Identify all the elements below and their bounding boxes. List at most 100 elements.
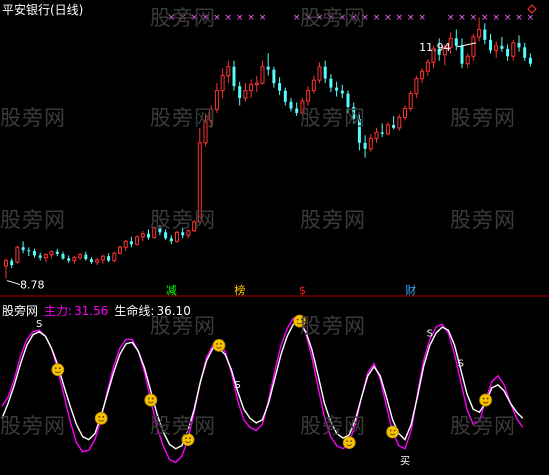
candle-body-down xyxy=(500,45,504,49)
low-arrow xyxy=(6,280,21,286)
buy-marker: 买 xyxy=(400,456,410,468)
candle-body-down xyxy=(295,108,299,113)
candle-body-up xyxy=(175,231,179,242)
sell-marker: S xyxy=(427,328,433,339)
candle-body-down xyxy=(517,42,521,48)
cross-marker: × xyxy=(293,13,301,23)
cross-marker: × xyxy=(202,13,210,23)
chart-title: 平安银行(日线) xyxy=(2,3,84,17)
candle-body-up xyxy=(374,131,379,139)
candle-body-down xyxy=(283,90,287,102)
life-line xyxy=(1,321,524,450)
chart-svg: × × × × × × × × × × × × × × × × × × × × × × × × × × × × ×11.948.78 减榜… xyxy=(0,13,549,468)
smiley-face xyxy=(94,411,108,425)
cross-marker: × xyxy=(384,13,392,23)
smiley-face xyxy=(144,393,158,407)
cross-marker: × xyxy=(236,13,244,23)
candle-body-up xyxy=(203,119,208,144)
low-price-label: 8.78 xyxy=(20,279,45,292)
cross-marker: × xyxy=(168,13,176,23)
high-price-label: 11.94 xyxy=(419,41,451,54)
cross-marker: × xyxy=(304,13,312,23)
candle-body-up xyxy=(123,240,128,248)
candle-body-up xyxy=(300,100,305,114)
smiley-eye xyxy=(300,318,303,321)
candle-body-down xyxy=(84,254,88,260)
cross-marker: × xyxy=(492,13,500,23)
candle-body-down xyxy=(483,29,487,40)
candle-body-up xyxy=(477,28,482,38)
candle-body-up xyxy=(243,90,248,99)
smiley-face xyxy=(293,314,307,328)
signal-label: 减 xyxy=(166,284,177,297)
candle-body-up xyxy=(226,66,231,77)
candle-body-down xyxy=(323,66,327,79)
candle-body-down xyxy=(380,132,384,134)
sell-marker: S xyxy=(458,359,464,370)
candle-body-down xyxy=(392,124,396,128)
smiley-eye xyxy=(189,437,191,439)
smiley-face xyxy=(51,363,65,377)
cross-marker: × xyxy=(179,13,187,23)
smiley-icon xyxy=(386,425,400,439)
candle-body-up xyxy=(311,79,316,92)
cross-marker: × xyxy=(527,13,535,23)
candle-body-up xyxy=(465,55,470,65)
candle-body-up xyxy=(43,254,48,259)
smiley-eye xyxy=(185,437,187,439)
smiley-eye xyxy=(482,397,485,400)
smiley-eye xyxy=(389,429,392,432)
candle-body-up xyxy=(4,260,8,267)
candle-body-up xyxy=(49,251,54,256)
candle-body-down xyxy=(181,232,185,236)
candle-body-down xyxy=(266,66,270,70)
candle-body-up xyxy=(306,90,311,102)
candle-body-up xyxy=(471,36,476,57)
candle-body-down xyxy=(460,45,464,64)
cross-marker: × xyxy=(504,13,512,23)
sell-marker: S xyxy=(36,319,42,330)
main-force-label: 主力: xyxy=(44,304,73,318)
smiley-eye xyxy=(346,440,349,443)
candle-body-down xyxy=(363,142,367,149)
candles-group xyxy=(4,17,532,279)
smiley-icon xyxy=(479,393,493,407)
candle-body-up xyxy=(209,108,214,121)
candle-body-up xyxy=(317,66,322,81)
smiley-eye xyxy=(58,367,61,370)
diamond-icon[interactable] xyxy=(527,4,537,14)
smiley-face xyxy=(386,425,400,439)
smiley-eye xyxy=(54,367,57,370)
candle-body-down xyxy=(238,86,242,99)
candle-body-down xyxy=(357,118,361,143)
candle-body-down xyxy=(33,250,36,256)
cross-marker: × xyxy=(481,13,489,23)
smiley-eye xyxy=(220,342,222,345)
cross-marker: × xyxy=(259,13,267,23)
signal-label: 榜 xyxy=(234,283,245,297)
smiley-icon xyxy=(342,436,356,450)
candle-body-up xyxy=(254,82,259,86)
cross-marker: × xyxy=(458,13,466,23)
candle-body-down xyxy=(21,247,25,251)
candle-body-up xyxy=(214,90,219,110)
candle-body-down xyxy=(164,232,168,239)
smiley-eye xyxy=(393,429,396,432)
smiley-icon xyxy=(212,338,226,352)
smiley-eye xyxy=(296,318,299,321)
candle-body-down xyxy=(27,250,31,252)
candle-body-up xyxy=(511,42,516,57)
cross-marker: × xyxy=(350,13,358,23)
cross-marker: × xyxy=(373,13,381,23)
smiley-face xyxy=(212,338,226,352)
smiley-face xyxy=(181,433,195,447)
candle-body-up xyxy=(100,255,105,261)
candle-body-up xyxy=(78,254,83,259)
candle-body-up xyxy=(368,137,373,150)
candle-body-down xyxy=(61,253,65,259)
life-line-value: 36.10 xyxy=(156,304,191,318)
candle-body-down xyxy=(169,238,173,242)
candle-body-down xyxy=(38,255,42,258)
cross-marker: × xyxy=(190,13,198,23)
cross-marker: × xyxy=(418,13,426,23)
